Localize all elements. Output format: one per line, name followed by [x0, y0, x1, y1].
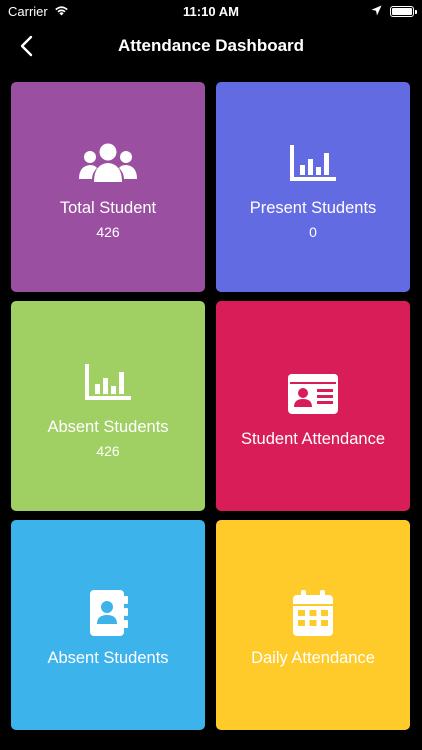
contact-book-icon	[88, 590, 128, 636]
navigation-bar: Attendance Dashboard	[0, 22, 422, 70]
tile-label: Daily Attendance	[251, 649, 375, 667]
status-left: Carrier	[8, 4, 69, 19]
tile-daily-attendance[interactable]: Daily Attendance	[216, 520, 410, 730]
tile-absent-students-list[interactable]: Absent Students	[11, 520, 205, 730]
tile-label: Absent Students	[47, 418, 169, 436]
bar-chart-icon	[290, 140, 336, 186]
users-icon	[79, 140, 137, 186]
id-card-icon	[288, 371, 338, 417]
carrier-label: Carrier	[8, 3, 48, 19]
page-title: Attendance Dashboard	[117, 36, 305, 55]
tile-label: Student Attendance	[240, 430, 386, 448]
status-bar: Carrier 11:10 AM	[0, 0, 422, 22]
tile-label: Absent Students	[47, 649, 169, 667]
tile-present-students[interactable]: Present Students 0	[216, 82, 410, 292]
bar-chart-icon	[85, 359, 131, 405]
tile-value: 0	[309, 224, 317, 240]
tile-label: Total Student	[59, 199, 157, 217]
chevron-left-icon	[20, 35, 33, 57]
tile-absent-students[interactable]: Absent Students 426	[11, 301, 205, 511]
tile-label: Present Students	[249, 199, 377, 217]
tile-total-student[interactable]: Total Student 426	[11, 82, 205, 292]
location-icon	[371, 4, 382, 19]
tile-value: 426	[96, 443, 120, 459]
calendar-icon	[293, 590, 333, 636]
wifi-icon	[54, 4, 69, 19]
battery-icon	[390, 5, 417, 17]
dashboard-grid: Total Student 426 Present Students 0 Abs…	[11, 82, 411, 730]
tile-student-attendance[interactable]: Student Attendance	[216, 301, 410, 511]
tile-value: 426	[96, 224, 120, 240]
battery-fill	[392, 7, 412, 15]
status-right	[371, 4, 417, 19]
back-button[interactable]	[12, 32, 40, 60]
